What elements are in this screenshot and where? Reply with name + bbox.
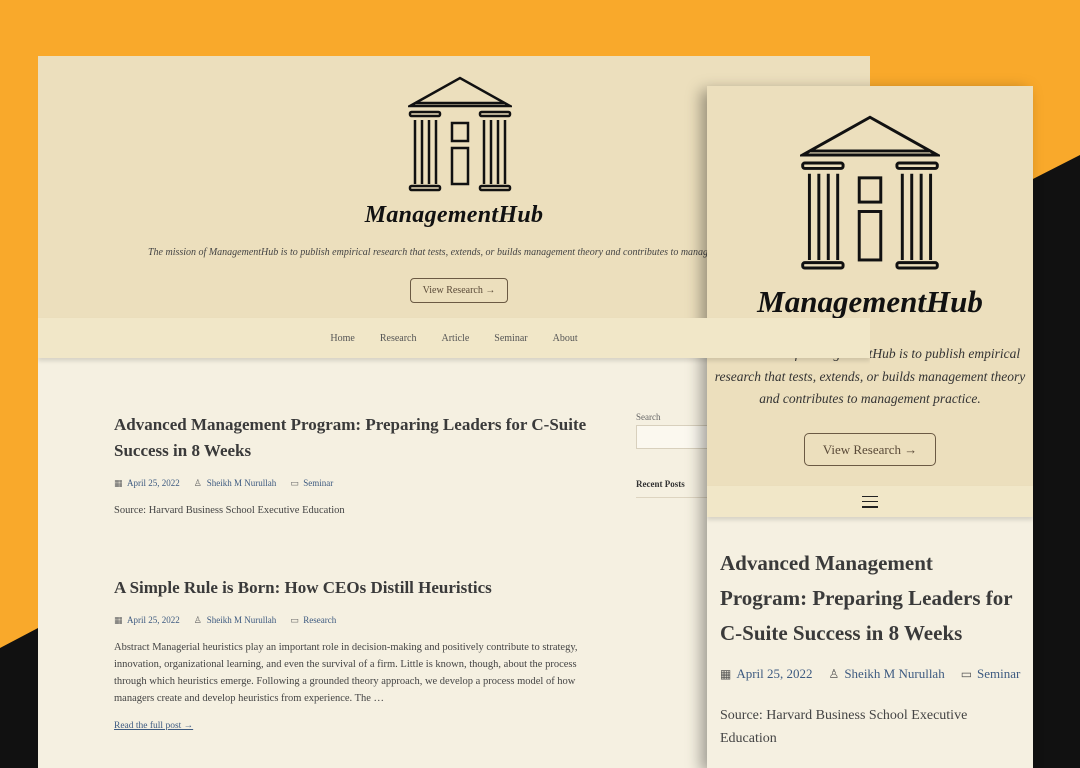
user-icon: ♙ xyxy=(193,477,202,488)
folder-icon: ▭ xyxy=(290,477,299,488)
calendar-icon: ▦ xyxy=(720,666,732,681)
post-meta: ▦ April 25, 2022 ♙ Sheikh M Nurullah ▭ S… xyxy=(720,666,1025,682)
post-item: A Simple Rule is Born: How CEOs Distill … xyxy=(114,575,594,731)
post-author[interactable]: Sheikh M Nurullah xyxy=(207,478,277,488)
view-research-button[interactable]: View Research → xyxy=(410,278,508,303)
nav-item-home[interactable]: Home xyxy=(330,333,354,344)
post-title[interactable]: A Simple Rule is Born: How CEOs Distill … xyxy=(114,575,594,601)
post-item: Advanced Management Program: Preparing L… xyxy=(720,546,1025,750)
post-excerpt: Source: Harvard Business School Executiv… xyxy=(114,505,345,516)
pillared-building-icon xyxy=(408,76,512,192)
view-research-button[interactable]: View Research → xyxy=(804,433,936,466)
post-category[interactable]: Research xyxy=(303,615,336,625)
nav-item-seminar[interactable]: Seminar xyxy=(494,333,527,344)
hamburger-menu-icon[interactable] xyxy=(862,495,878,508)
post-date[interactable]: April 25, 2022 xyxy=(127,478,180,488)
site-mission: The mission of ManagementHub is to publi… xyxy=(148,247,709,258)
post-meta: ▦ April 25, 2022 ♙ Sheikh M Nurullah ▭ S… xyxy=(114,478,594,488)
hero-section: ManagementHub The mission of ManagementH… xyxy=(707,86,1033,486)
divider xyxy=(636,497,716,498)
site-title[interactable]: ManagementHub xyxy=(707,284,1033,320)
nav-item-article[interactable]: Article xyxy=(442,333,470,344)
user-icon: ♙ xyxy=(193,614,202,625)
post-title[interactable]: Advanced Management Program: Preparing L… xyxy=(114,412,594,464)
post-meta: ▦ April 25, 2022 ♙ Sheikh M Nurullah ▭ R… xyxy=(114,615,594,625)
post-author[interactable]: Sheikh M Nurullah xyxy=(207,615,277,625)
nav-item-about[interactable]: About xyxy=(553,333,578,344)
mobile-nav xyxy=(707,486,1033,517)
folder-icon: ▭ xyxy=(960,666,973,681)
main-nav: Home Research Article Seminar About xyxy=(38,318,870,358)
folder-icon: ▭ xyxy=(290,614,299,625)
post-list: Advanced Management Program: Preparing L… xyxy=(720,546,1025,750)
pillared-building-icon xyxy=(800,115,940,270)
post-category[interactable]: Seminar xyxy=(977,666,1020,682)
post-author[interactable]: Sheikh M Nurullah xyxy=(844,666,944,682)
mobile-preview: ManagementHub The mission of ManagementH… xyxy=(707,86,1033,768)
nav-item-research[interactable]: Research xyxy=(380,333,417,344)
user-icon: ♙ xyxy=(828,666,840,681)
post-date[interactable]: April 25, 2022 xyxy=(736,666,812,682)
read-more-link[interactable]: Read the full post → xyxy=(114,721,594,731)
post-excerpt: Abstract Managerial heuristics play an i… xyxy=(114,642,578,704)
post-date[interactable]: April 25, 2022 xyxy=(127,615,180,625)
post-list: Advanced Management Program: Preparing L… xyxy=(114,412,594,731)
calendar-icon: ▦ xyxy=(114,477,123,488)
post-excerpt: Source: Harvard Business School Executiv… xyxy=(720,708,968,746)
post-title[interactable]: Advanced Management Program: Preparing L… xyxy=(720,546,1025,651)
post-item: Advanced Management Program: Preparing L… xyxy=(114,412,594,519)
calendar-icon: ▦ xyxy=(114,614,123,625)
post-category[interactable]: Seminar xyxy=(303,478,333,488)
